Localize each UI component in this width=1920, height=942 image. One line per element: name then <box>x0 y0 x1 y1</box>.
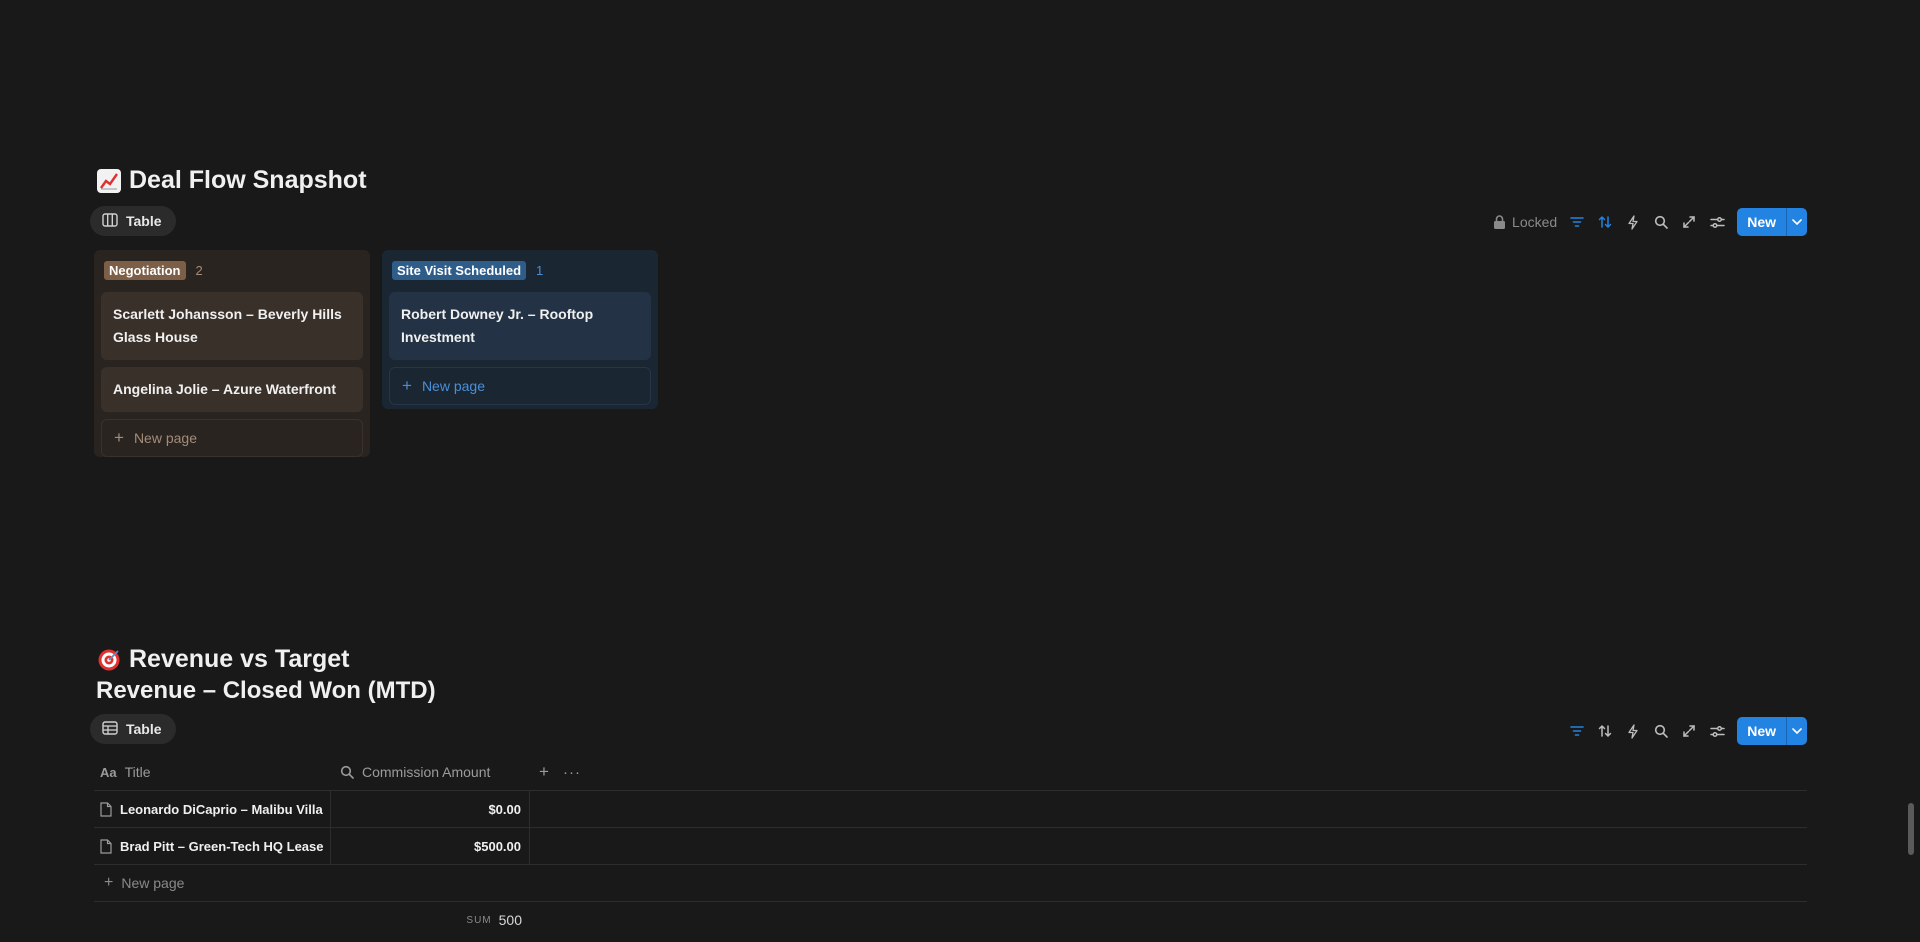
new-dropdown-button[interactable] <box>1786 717 1807 745</box>
new-button-group: New <box>1737 717 1807 745</box>
column-amount-label: Commission Amount <box>362 764 491 780</box>
new-button-group: New <box>1737 208 1807 236</box>
new-page-label: New page <box>133 430 197 446</box>
new-page-label: New page <box>121 875 185 891</box>
sum-value: 500 <box>498 912 522 928</box>
column-header: Site Visit Scheduled 1 <box>392 260 648 280</box>
table-footer: SUM 500 <box>94 902 1807 938</box>
revenue-title: Revenue vs Target <box>129 645 350 673</box>
deal-flow-heading: Deal Flow Snapshot <box>97 166 367 195</box>
expand-icon[interactable] <box>1675 208 1703 236</box>
chart-increasing-icon <box>97 168 121 193</box>
board-column-site-visit: Site Visit Scheduled 1 Robert Downey Jr.… <box>382 250 658 409</box>
settings-sliders-icon[interactable] <box>1703 717 1731 745</box>
sum-label: SUM <box>466 914 492 926</box>
new-button[interactable]: New <box>1737 717 1786 745</box>
revenue-toolbar: New <box>1563 717 1807 745</box>
view-label: Table <box>126 721 162 737</box>
automation-bolt-icon[interactable] <box>1619 208 1647 236</box>
table-new-page-button[interactable]: + New page <box>94 865 1807 902</box>
card-title: Angelina Jolie – Azure Waterfront <box>113 381 336 397</box>
table-header-row: Aa Title Commission Amount + ··· <box>94 754 1807 791</box>
filter-icon[interactable] <box>1563 717 1591 745</box>
new-page-button[interactable]: + New page <box>389 367 651 405</box>
sort-icon[interactable] <box>1591 717 1619 745</box>
row-amount[interactable]: $0.00 <box>330 791 530 827</box>
board-view-icon <box>102 212 118 230</box>
revenue-heading: Revenue vs Target <box>97 645 349 674</box>
column-count: 1 <box>536 262 544 278</box>
table-view-icon <box>102 720 118 738</box>
text-property-icon: Aa <box>100 764 117 780</box>
column-count: 2 <box>195 262 203 278</box>
card-title: Scarlett Johansson – Beverly Hills Glass… <box>113 306 342 345</box>
status-tag[interactable]: Negotiation <box>104 260 186 280</box>
row-amount[interactable]: $500.00 <box>330 828 530 864</box>
automation-bolt-icon[interactable] <box>1619 717 1647 745</box>
revenue-table: Aa Title Commission Amount + ··· Leonard… <box>94 754 1807 938</box>
search-icon <box>340 765 354 779</box>
chevron-down-icon <box>1792 219 1802 225</box>
board-card[interactable]: Angelina Jolie – Azure Waterfront <box>101 367 363 412</box>
new-dropdown-button[interactable] <box>1786 208 1807 236</box>
deal-flow-view-tab[interactable]: Table <box>90 206 176 236</box>
settings-sliders-icon[interactable] <box>1703 208 1731 236</box>
plus-icon: + <box>402 376 412 395</box>
locked-label: Locked <box>1512 214 1558 230</box>
new-button[interactable]: New <box>1737 208 1786 236</box>
view-label: Table <box>126 213 162 229</box>
board-column-negotiation: Negotiation 2 Scarlett Johansson – Bever… <box>94 250 370 457</box>
plus-icon: + <box>104 874 114 891</box>
locked-indicator[interactable]: Locked <box>1493 214 1557 230</box>
status-tag[interactable]: Site Visit Scheduled <box>392 260 527 280</box>
card-title: Robert Downey Jr. – Rooftop Investment <box>401 306 594 345</box>
revenue-view-tab[interactable]: Table <box>90 714 176 744</box>
page-icon <box>100 801 112 817</box>
page-icon <box>100 838 112 854</box>
row-title[interactable]: Leonardo DiCaprio – Malibu Villa <box>120 802 325 817</box>
board-card[interactable]: Robert Downey Jr. – Rooftop Investment <box>389 292 651 360</box>
sort-icon[interactable] <box>1591 208 1619 236</box>
chevron-down-icon <box>1792 728 1802 734</box>
column-title-label: Title <box>124 764 151 780</box>
deal-flow-title: Deal Flow Snapshot <box>129 166 367 194</box>
row-title[interactable]: Brad Pitt – Green-Tech HQ Lease <box>120 839 325 854</box>
more-options-icon[interactable]: ··· <box>558 764 586 781</box>
lock-icon <box>1494 214 1506 229</box>
search-icon[interactable] <box>1647 208 1675 236</box>
expand-icon[interactable] <box>1675 717 1703 745</box>
add-column-plus-icon[interactable]: + <box>530 762 558 782</box>
table-row[interactable]: Leonardo DiCaprio – Malibu Villa $0.00 <box>94 791 1807 828</box>
column-header: Negotiation 2 <box>104 260 360 280</box>
new-page-button[interactable]: + New page <box>101 419 363 457</box>
search-icon[interactable] <box>1647 717 1675 745</box>
new-page-label: New page <box>421 378 485 394</box>
deal-flow-toolbar: Locked New <box>1493 208 1807 236</box>
commission-column-header[interactable]: Commission Amount <box>330 754 530 790</box>
title-column-header[interactable]: Aa Title <box>94 754 330 790</box>
plus-icon: + <box>114 428 124 447</box>
direct-hit-target-icon <box>97 648 121 672</box>
sum-calculation[interactable]: SUM 500 <box>330 912 530 928</box>
filter-icon[interactable] <box>1563 208 1591 236</box>
vertical-scrollbar-thumb[interactable] <box>1908 803 1914 855</box>
revenue-subtitle: Revenue – Closed Won (MTD) <box>96 677 436 704</box>
table-row[interactable]: Brad Pitt – Green-Tech HQ Lease $500.00 <box>94 828 1807 865</box>
board-card[interactable]: Scarlett Johansson – Beverly Hills Glass… <box>101 292 363 360</box>
